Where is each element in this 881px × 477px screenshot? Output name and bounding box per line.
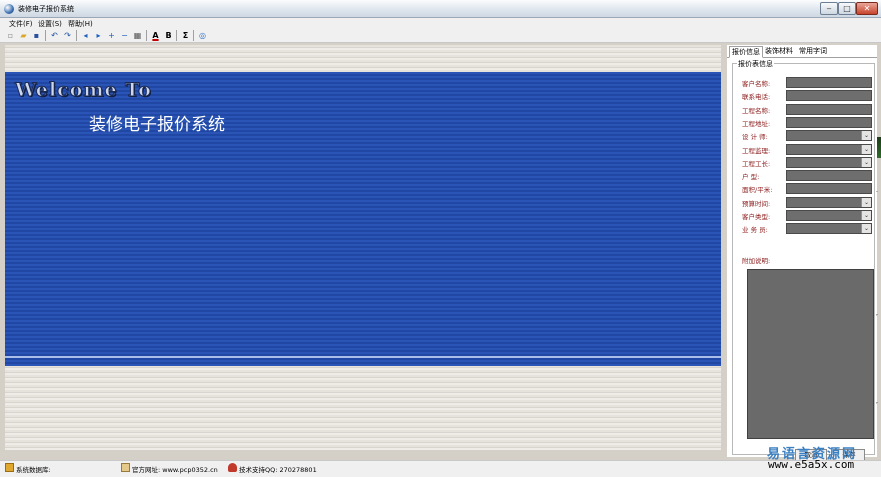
field-input[interactable]	[786, 183, 872, 195]
toolbar-separator	[76, 30, 77, 41]
field-combobox[interactable]: ⌄	[786, 130, 872, 142]
menu-bar: 文件(F) 设置(S) 帮助(H)	[0, 18, 881, 28]
chevron-down-icon[interactable]: ⌄	[861, 197, 871, 207]
database-icon	[5, 463, 14, 472]
window-title: 装修电子报价系统	[18, 5, 74, 13]
edge-fragment: .	[876, 187, 878, 194]
system-title: 装修电子报价系统	[89, 115, 225, 135]
field-input[interactable]	[786, 77, 872, 88]
watermark-url: www.e5a5x.com	[768, 458, 855, 471]
toolbar-separator	[146, 30, 147, 41]
field-label: 业 务 员:	[742, 226, 768, 235]
title-bar: 装修电子报价系统 ‒ □ ✕	[0, 0, 881, 18]
status-website[interactable]: 官方网址: www.pcp0352.cn	[132, 464, 218, 474]
toolbar-separator	[193, 30, 194, 41]
field-combobox[interactable]: ⌄	[786, 196, 872, 208]
welcome-banner: Welcome To 装修电子报价系统	[5, 72, 721, 366]
maximize-button[interactable]: □	[838, 2, 856, 15]
quote-info-panel: 报价信息 装饰材料 常用字词 报价表信息 客户名称: 联系电话: 工程名称: 工程地址…	[727, 45, 877, 461]
welcome-text: Welcome To	[15, 79, 152, 102]
toolbar-separator	[45, 30, 46, 41]
toolbar-separator	[176, 30, 177, 41]
font-color-icon[interactable]: A	[150, 30, 161, 41]
arrow-left-icon[interactable]: ◂	[80, 30, 91, 41]
status-database: 系统数据库:	[16, 466, 51, 474]
field-label: 联系电话:	[742, 93, 771, 102]
field-label: 客户名称:	[742, 80, 771, 88]
field-input[interactable]	[786, 116, 872, 128]
chevron-down-icon[interactable]: ⌄	[861, 211, 871, 220]
toolbar: ▫ ▰ ▪ ↶ ↷ ◂ ▸ + − ▦ A B Σ ◎	[0, 28, 881, 43]
bold-icon[interactable]: B	[163, 30, 174, 41]
notes-textarea[interactable]	[747, 269, 874, 439]
field-label: 户 型:	[742, 173, 760, 182]
edge-fragment: ,	[876, 310, 878, 317]
field-label: 预算时间:	[742, 199, 771, 208]
close-button[interactable]: ✕	[856, 2, 878, 15]
add-icon[interactable]: +	[106, 30, 117, 41]
field-label: 工程监理:	[742, 146, 771, 155]
edge-fragment: ,	[876, 398, 878, 405]
field-input[interactable]	[786, 170, 872, 182]
home-icon	[121, 463, 130, 472]
sum-icon[interactable]: Σ	[180, 30, 191, 41]
status-bar: 系统数据库: 官方网址: www.pcp0352.cn 技术支持QQ: 2702…	[0, 460, 881, 477]
panel-tabs: 报价信息 装饰材料 常用字词	[727, 45, 877, 58]
field-label: 面积/平米:	[742, 186, 773, 195]
redo-icon[interactable]: ↷	[62, 30, 73, 41]
open-icon[interactable]: ▰	[18, 30, 29, 41]
field-label: 工程工长:	[742, 159, 771, 168]
main-canvas: Welcome To 装修电子报价系统	[5, 45, 721, 450]
field-label: 工程名称:	[742, 106, 771, 115]
group-title: 报价表信息	[737, 59, 774, 69]
field-input[interactable]	[786, 90, 872, 102]
field-combobox[interactable]: ⌄	[786, 223, 872, 235]
banner-divider	[5, 356, 721, 358]
field-combobox[interactable]: ⌄	[786, 143, 872, 155]
field-input[interactable]	[786, 103, 872, 115]
field-label: 设 计 师:	[742, 133, 768, 142]
app-icon	[4, 4, 14, 14]
field-combobox[interactable]: ⌄	[786, 210, 872, 221]
tab-common-words[interactable]: 常用字词	[797, 46, 829, 58]
edge-thumbnail	[877, 137, 881, 158]
chevron-down-icon[interactable]: ⌄	[861, 144, 871, 154]
chevron-down-icon[interactable]: ⌄	[861, 157, 871, 167]
chevron-down-icon[interactable]: ⌄	[861, 224, 871, 234]
field-label: 工程地址:	[742, 119, 771, 128]
qq-icon	[228, 463, 237, 472]
status-support: 技术支持QQ: 270278801	[239, 466, 317, 474]
new-icon[interactable]: ▫	[5, 30, 16, 41]
chevron-down-icon[interactable]: ⌄	[861, 131, 871, 141]
minimize-button[interactable]: ‒	[820, 2, 838, 15]
save-icon[interactable]: ▪	[31, 30, 42, 41]
notes-label: 附加说明:	[742, 257, 771, 265]
field-label: 客户类型:	[742, 213, 771, 221]
help-icon[interactable]: ◎	[197, 30, 208, 41]
quote-info-group: 报价表信息 客户名称: 联系电话: 工程名称: 工程地址: 设 计 师: ⌄ 工程监理: ⌄ 工…	[732, 59, 875, 461]
tab-quote-info[interactable]: 报价信息	[729, 46, 763, 58]
table-icon[interactable]: ▦	[132, 30, 143, 41]
undo-icon[interactable]: ↶	[49, 30, 60, 41]
field-combobox[interactable]: ⌄	[786, 156, 872, 168]
tab-materials[interactable]: 装饰材料	[763, 46, 795, 58]
remove-icon[interactable]: −	[119, 30, 130, 41]
arrow-right-icon[interactable]: ▸	[93, 30, 104, 41]
